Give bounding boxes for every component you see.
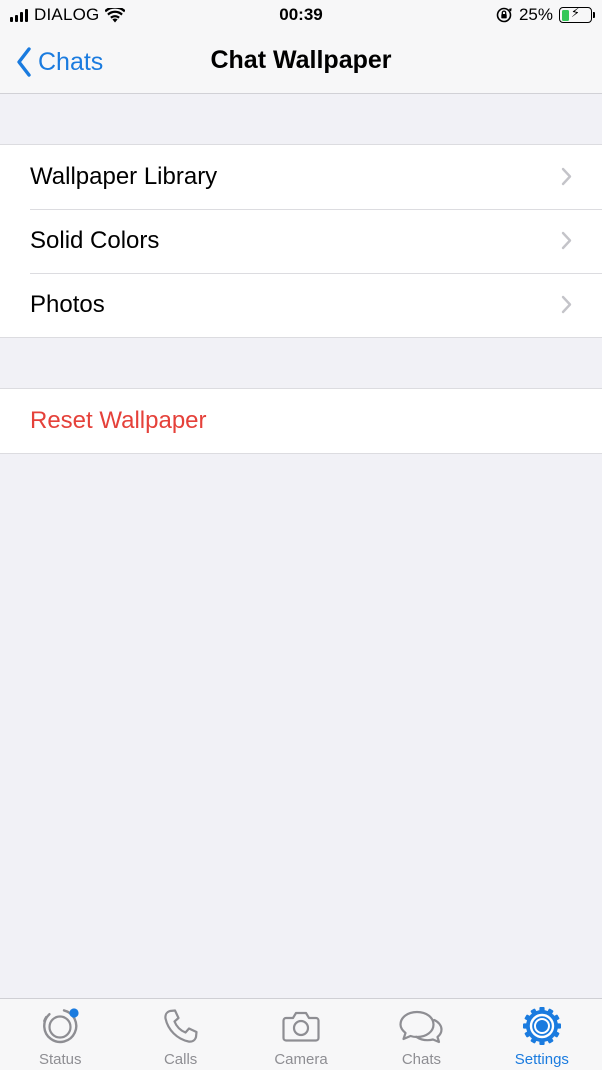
tab-chats[interactable]: Chats — [361, 999, 481, 1070]
wallpaper-library-row[interactable]: Wallpaper Library — [0, 145, 602, 209]
tab-settings[interactable]: Settings — [482, 999, 602, 1070]
reset-wallpaper-button[interactable]: Reset Wallpaper — [0, 389, 602, 453]
charging-bolt-icon: ⚡ — [570, 5, 581, 20]
solid-colors-row[interactable]: Solid Colors — [0, 209, 602, 273]
chevron-right-icon — [561, 167, 572, 186]
page-title: Chat Wallpaper — [210, 46, 392, 74]
tab-calls[interactable]: Calls — [120, 999, 240, 1070]
tab-label: Settings — [514, 1051, 569, 1068]
row-label: Photos — [30, 291, 105, 318]
tab-label: Chats — [401, 1051, 442, 1068]
orientation-lock-icon — [496, 7, 512, 23]
wallpaper-options-group: Wallpaper Library Solid Colors Photos — [0, 144, 602, 338]
battery-percent: 25% — [518, 5, 553, 24]
chevron-right-icon — [561, 231, 572, 250]
reset-group: Reset Wallpaper — [0, 388, 602, 454]
status-bar: DIALOG 00:39 25% ⚡ — [0, 0, 602, 32]
photos-row[interactable]: Photos — [0, 273, 602, 337]
status-icon — [43, 1008, 79, 1044]
chevron-right-icon — [561, 295, 572, 314]
camera-icon — [282, 1011, 320, 1042]
tab-camera[interactable]: Camera — [241, 999, 361, 1070]
row-label: Solid Colors — [30, 227, 160, 254]
tab-bar: Status Calls Camera Chats Settings — [0, 998, 602, 1070]
row-label: Wallpaper Library — [30, 163, 218, 190]
tab-label: Status — [38, 1051, 82, 1068]
navigation-bar: Chats Chat Wallpaper — [0, 32, 602, 94]
status-right: 25% ⚡ — [495, 5, 595, 25]
tab-label: Calls — [163, 1051, 198, 1068]
phone-icon — [163, 1009, 198, 1043]
tab-status[interactable]: Status — [0, 999, 120, 1070]
battery-icon: ⚡ — [559, 5, 595, 23]
reset-wallpaper-label: Reset Wallpaper — [30, 407, 207, 434]
chat-bubbles-icon — [399, 1010, 444, 1044]
gear-icon — [522, 1007, 561, 1045]
tab-label: Camera — [274, 1051, 328, 1068]
